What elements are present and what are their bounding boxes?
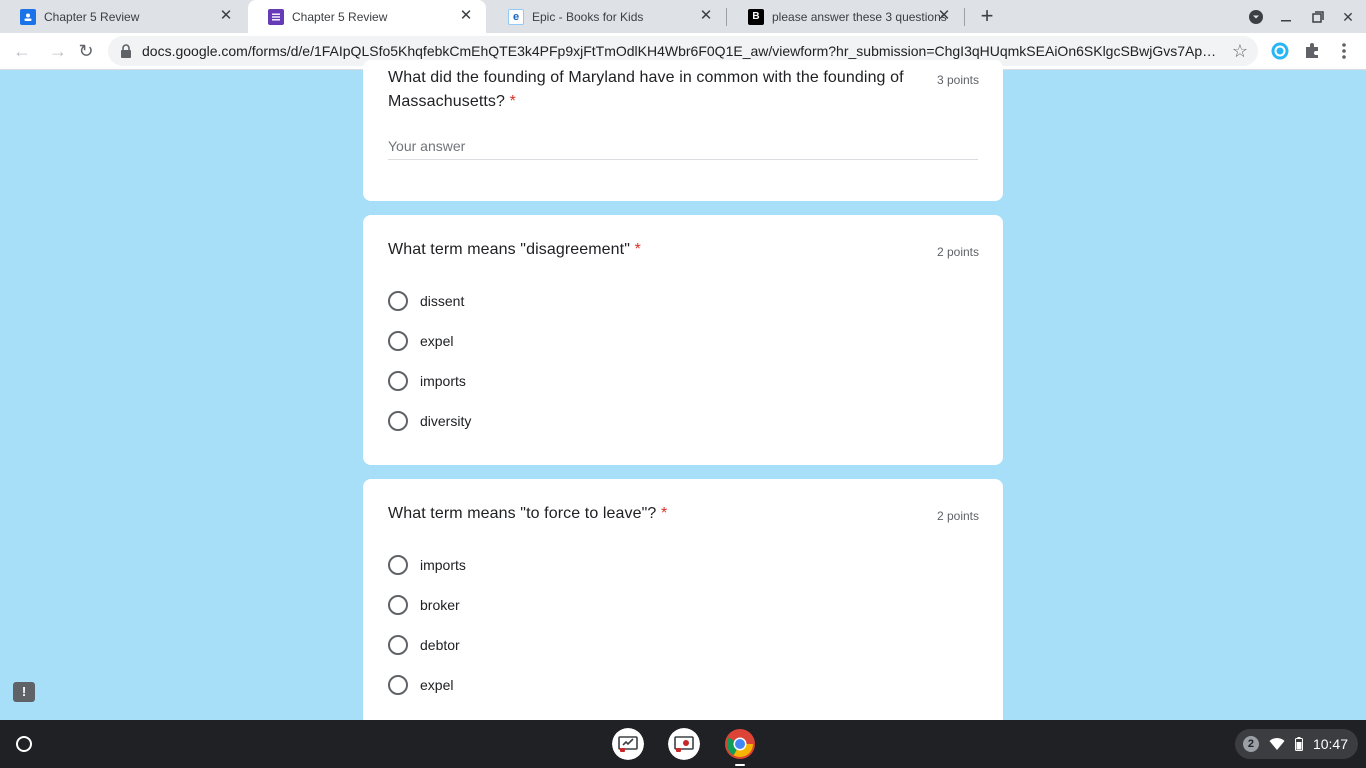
tab-close-icon[interactable]: ✕ <box>698 8 714 24</box>
tab-title: Epic - Books for Kids <box>532 9 644 24</box>
question-title: What term means "disagreement" * <box>388 238 641 262</box>
screencast-app-icon[interactable] <box>612 728 644 760</box>
report-feedback-icon[interactable]: ! <box>13 682 35 702</box>
question-card-maryland: What did the founding of Maryland have i… <box>363 60 1003 201</box>
question-title: What term means "to force to leave"? * <box>388 502 667 526</box>
tab-chapter5-classroom[interactable]: Chapter 5 Review ✕ <box>0 0 246 33</box>
option-label: expel <box>420 677 454 693</box>
radio-button[interactable] <box>388 555 408 575</box>
radio-option-expel[interactable]: expel <box>388 330 453 352</box>
points-label: 3 points <box>936 73 979 87</box>
active-app-indicator <box>735 764 745 766</box>
minimize-icon[interactable] <box>1276 7 1296 27</box>
option-label: diversity <box>420 413 472 429</box>
question-text: What term means "disagreement" <box>388 241 631 258</box>
notification-count-badge: 2 <box>1242 736 1259 752</box>
question-card-disagreement: What term means "disagreement" * 2 point… <box>363 215 1003 465</box>
points-label: 2 points <box>936 245 979 259</box>
option-label: imports <box>420 373 466 389</box>
tab-brainly[interactable]: B please answer these 3 questions ✕ <box>728 0 964 33</box>
lock-icon <box>121 44 131 58</box>
tab-separator <box>964 8 965 26</box>
option-label: expel <box>420 333 454 349</box>
forward-arrow-icon[interactable]: → <box>48 41 68 61</box>
wifi-icon <box>1269 738 1285 750</box>
radio-button[interactable] <box>388 291 408 311</box>
radio-button[interactable] <box>388 331 408 351</box>
points-label: 2 points <box>936 509 979 523</box>
tab-title: Chapter 5 Review <box>292 9 388 24</box>
close-window-icon[interactable]: ✕ <box>1338 7 1358 27</box>
tab-close-icon[interactable]: ✕ <box>458 8 474 24</box>
tab-close-icon[interactable]: ✕ <box>218 8 234 24</box>
option-label: dissent <box>420 293 465 309</box>
radio-option-debtor[interactable]: debtor <box>388 634 460 656</box>
bookmark-star-icon[interactable]: ☆ <box>1232 41 1248 62</box>
tab-chapter5-forms[interactable]: Chapter 5 Review ✕ <box>248 0 486 33</box>
clock-time: 10:47 <box>1312 736 1348 752</box>
option-label: debtor <box>420 637 460 653</box>
radio-option-diversity[interactable]: diversity <box>388 410 471 432</box>
radio-option-imports[interactable]: imports <box>388 554 466 576</box>
brainly-icon: B <box>748 8 764 25</box>
restore-icon[interactable] <box>1308 7 1328 27</box>
option-label: broker <box>420 597 460 613</box>
screen-recorder-app-icon[interactable] <box>668 728 700 760</box>
radio-button[interactable] <box>388 595 408 615</box>
radio-button[interactable] <box>388 411 408 431</box>
battery-icon <box>1294 737 1303 751</box>
question-text: What did the founding of Maryland have i… <box>388 69 904 110</box>
question-text: What term means "to force to leave"? <box>388 505 657 522</box>
tab-epic[interactable]: e Epic - Books for Kids ✕ <box>488 0 726 33</box>
required-asterisk: * <box>634 241 641 258</box>
required-asterisk: * <box>660 505 668 522</box>
chrome-app-icon[interactable] <box>724 728 756 760</box>
extension-blue-icon[interactable] <box>1270 41 1290 61</box>
tab-close-icon[interactable]: ✕ <box>936 8 952 24</box>
tab-title: Chapter 5 Review <box>44 9 140 24</box>
tab-strip: Chapter 5 Review ✕ Chapter 5 Review ✕ e … <box>0 0 1366 33</box>
option-label: imports <box>420 557 466 573</box>
required-asterisk: * <box>509 93 516 110</box>
extensions-puzzle-icon[interactable] <box>1302 41 1322 61</box>
short-answer-input[interactable] <box>388 132 978 160</box>
question-card-force-to-leave: What term means "to force to leave"? * 2… <box>363 479 1003 720</box>
forms-icon <box>268 8 284 25</box>
reload-icon[interactable]: ↻ <box>76 41 96 61</box>
radio-button[interactable] <box>388 675 408 695</box>
radio-option-broker[interactable]: broker <box>388 594 460 616</box>
classroom-icon <box>20 8 36 25</box>
radio-button[interactable] <box>388 371 408 391</box>
back-arrow-icon[interactable]: ← <box>12 41 32 61</box>
tab-search-icon[interactable] <box>1246 7 1266 27</box>
url-text: docs.google.com/forms/d/e/1FAIpQLSfo5Khq… <box>142 43 1217 59</box>
radio-option-dissent[interactable]: dissent <box>388 290 464 312</box>
tab-title: please answer these 3 questions <box>772 9 947 24</box>
radio-option-expel[interactable]: expel <box>388 674 453 696</box>
new-tab-plus-icon[interactable]: + <box>976 5 998 28</box>
tab-separator <box>726 8 727 26</box>
status-tray[interactable]: 2 10:47 <box>1234 729 1358 759</box>
menu-kebab-icon[interactable] <box>1334 41 1354 61</box>
radio-option-imports[interactable]: imports <box>388 370 466 392</box>
chromeos-shelf: 2 10:47 <box>0 720 1366 768</box>
question-title: What did the founding of Maryland have i… <box>388 66 928 114</box>
epic-icon: e <box>508 8 524 25</box>
launcher-circle-icon[interactable] <box>16 736 32 752</box>
radio-button[interactable] <box>388 635 408 655</box>
